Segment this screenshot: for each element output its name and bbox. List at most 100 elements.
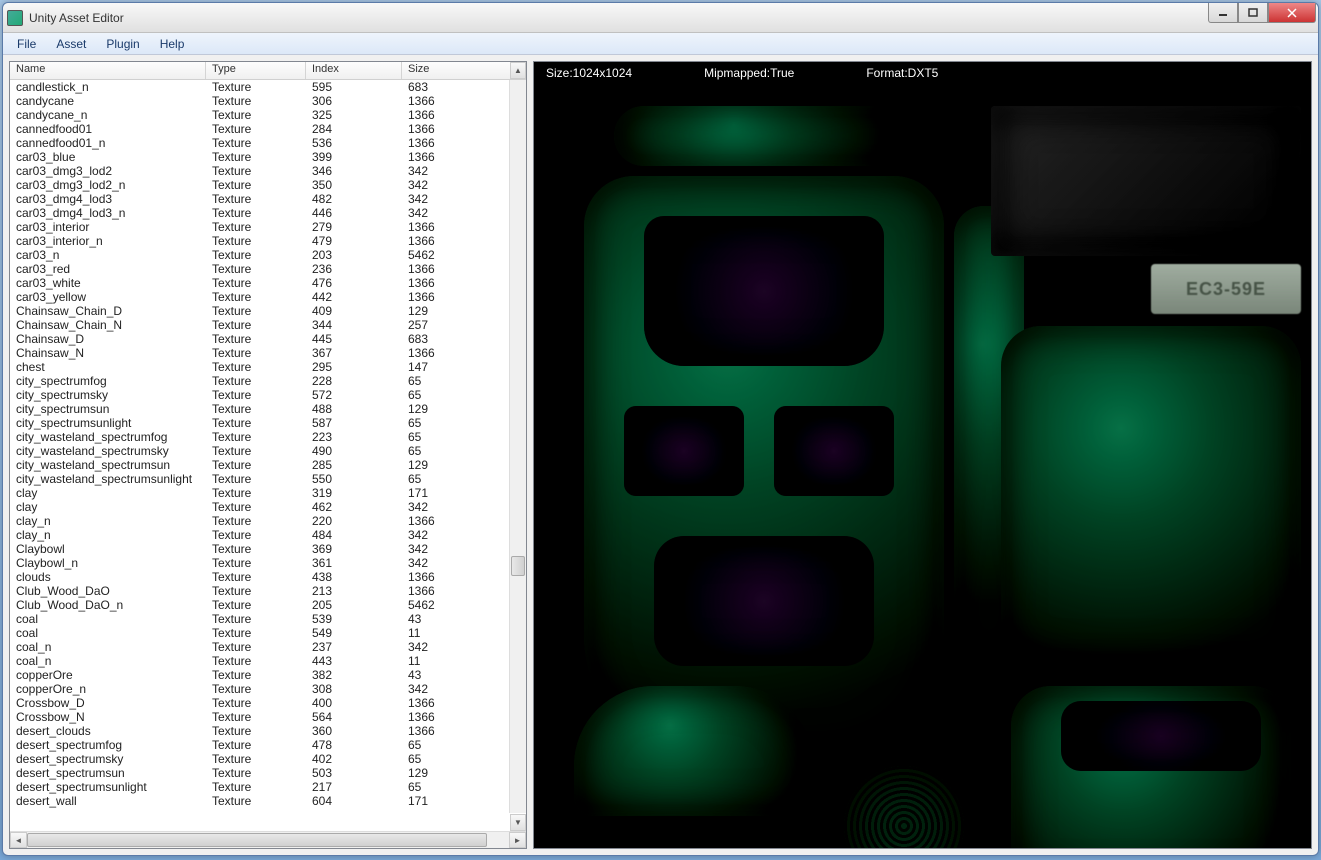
table-row[interactable]: car03_dmg3_lod2Texture346342 bbox=[10, 164, 526, 178]
cell-type: Texture bbox=[206, 332, 306, 346]
table-row[interactable]: desert_spectrumfogTexture47865 bbox=[10, 738, 526, 752]
table-row[interactable]: car03_nTexture2035462 bbox=[10, 248, 526, 262]
cell-size: 65 bbox=[402, 388, 526, 402]
cell-type: Texture bbox=[206, 738, 306, 752]
column-type[interactable]: Type bbox=[206, 62, 306, 79]
table-row[interactable]: desert_spectrumsunTexture503129 bbox=[10, 766, 526, 780]
table-row[interactable]: city_wasteland_spectrumfogTexture22365 bbox=[10, 430, 526, 444]
cell-size: 342 bbox=[402, 500, 526, 514]
cell-size: 129 bbox=[402, 766, 526, 780]
hscroll-thumb[interactable] bbox=[27, 833, 487, 847]
table-row[interactable]: clay_nTexture484342 bbox=[10, 528, 526, 542]
table-row[interactable]: desert_spectrumskyTexture40265 bbox=[10, 752, 526, 766]
table-row[interactable]: city_wasteland_spectrumskyTexture49065 bbox=[10, 444, 526, 458]
table-row[interactable]: car03_interiorTexture2791366 bbox=[10, 220, 526, 234]
table-row[interactable]: car03_whiteTexture4761366 bbox=[10, 276, 526, 290]
cell-size: 342 bbox=[402, 164, 526, 178]
hscroll-track[interactable] bbox=[27, 832, 509, 848]
table-row[interactable]: car03_yellowTexture4421366 bbox=[10, 290, 526, 304]
texture-preview[interactable]: EC3-59E bbox=[534, 84, 1311, 848]
table-row[interactable]: car03_blueTexture3991366 bbox=[10, 150, 526, 164]
table-row[interactable]: coal_nTexture237342 bbox=[10, 640, 526, 654]
cell-size: 65 bbox=[402, 444, 526, 458]
cell-size: 129 bbox=[402, 304, 526, 318]
table-row[interactable]: chestTexture295147 bbox=[10, 360, 526, 374]
table-row[interactable]: desert_cloudsTexture3601366 bbox=[10, 724, 526, 738]
column-name[interactable]: Name bbox=[10, 62, 206, 79]
table-row[interactable]: coal_nTexture44311 bbox=[10, 654, 526, 668]
scroll-up-icon[interactable]: ▲ bbox=[510, 62, 526, 79]
titlebar[interactable]: Unity Asset Editor bbox=[3, 3, 1318, 33]
table-row[interactable]: desert_spectrumsunlightTexture21765 bbox=[10, 780, 526, 794]
column-size[interactable]: Size bbox=[402, 62, 526, 79]
table-row[interactable]: city_spectrumsunTexture488129 bbox=[10, 402, 526, 416]
table-row[interactable]: car03_dmg3_lod2_nTexture350342 bbox=[10, 178, 526, 192]
table-row[interactable]: desert_wallTexture604171 bbox=[10, 794, 526, 808]
cell-index: 478 bbox=[306, 738, 402, 752]
window-controls bbox=[1208, 3, 1316, 23]
table-row[interactable]: Chainsaw_NTexture3671366 bbox=[10, 346, 526, 360]
table-row[interactable]: Crossbow_NTexture5641366 bbox=[10, 710, 526, 724]
table-row[interactable]: Chainsaw_Chain_DTexture409129 bbox=[10, 304, 526, 318]
column-index[interactable]: Index bbox=[306, 62, 402, 79]
table-row[interactable]: candycaneTexture3061366 bbox=[10, 94, 526, 108]
cell-type: Texture bbox=[206, 472, 306, 486]
table-row[interactable]: ClaybowlTexture369342 bbox=[10, 542, 526, 556]
table-row[interactable]: coalTexture54911 bbox=[10, 626, 526, 640]
table-row[interactable]: cloudsTexture4381366 bbox=[10, 570, 526, 584]
table-row[interactable]: copperOre_nTexture308342 bbox=[10, 682, 526, 696]
table-row[interactable]: coalTexture53943 bbox=[10, 612, 526, 626]
cell-size: 11 bbox=[402, 654, 526, 668]
cell-name: cannedfood01 bbox=[10, 122, 206, 136]
menu-plugin[interactable]: Plugin bbox=[96, 35, 149, 53]
vertical-scrollbar[interactable]: ▲ ▼ bbox=[509, 80, 526, 813]
table-row[interactable]: copperOreTexture38243 bbox=[10, 668, 526, 682]
table-row[interactable]: city_wasteland_spectrumsunTexture285129 bbox=[10, 458, 526, 472]
table-body[interactable]: candlestick_nTexture595683candycaneTextu… bbox=[10, 80, 526, 831]
info-size: Size:1024x1024 bbox=[546, 66, 632, 80]
table-row[interactable]: candycane_nTexture3251366 bbox=[10, 108, 526, 122]
table-row[interactable]: Chainsaw_DTexture445683 bbox=[10, 332, 526, 346]
horizontal-scrollbar[interactable]: ◄ ► bbox=[10, 831, 526, 848]
table-row[interactable]: car03_dmg4_lod3_nTexture446342 bbox=[10, 206, 526, 220]
table-row[interactable]: Crossbow_DTexture4001366 bbox=[10, 696, 526, 710]
table-row[interactable]: clayTexture462342 bbox=[10, 500, 526, 514]
scroll-right-icon[interactable]: ► bbox=[509, 832, 526, 848]
car-hood bbox=[1001, 326, 1301, 666]
table-row[interactable]: Club_Wood_DaOTexture2131366 bbox=[10, 584, 526, 598]
scroll-thumb[interactable] bbox=[511, 556, 525, 576]
cell-name: desert_spectrumsunlight bbox=[10, 780, 206, 794]
table-row[interactable]: car03_dmg4_lod3Texture482342 bbox=[10, 192, 526, 206]
table-row[interactable]: Claybowl_nTexture361342 bbox=[10, 556, 526, 570]
cell-name: copperOre_n bbox=[10, 682, 206, 696]
table-row[interactable]: Club_Wood_DaO_nTexture2055462 bbox=[10, 598, 526, 612]
table-row[interactable]: city_spectrumfogTexture22865 bbox=[10, 374, 526, 388]
scroll-left-icon[interactable]: ◄ bbox=[10, 832, 27, 848]
table-row[interactable]: city_wasteland_spectrumsunlightTexture55… bbox=[10, 472, 526, 486]
cell-name: clay_n bbox=[10, 528, 206, 542]
minimize-button[interactable] bbox=[1208, 3, 1238, 23]
close-button[interactable] bbox=[1268, 3, 1316, 23]
cell-name: Club_Wood_DaO bbox=[10, 584, 206, 598]
table-row[interactable]: clayTexture319171 bbox=[10, 486, 526, 500]
scroll-down-icon[interactable]: ▼ bbox=[510, 814, 526, 831]
cell-name: clay_n bbox=[10, 514, 206, 528]
menu-asset[interactable]: Asset bbox=[46, 35, 96, 53]
table-row[interactable]: car03_redTexture2361366 bbox=[10, 262, 526, 276]
table-row[interactable]: clay_nTexture2201366 bbox=[10, 514, 526, 528]
table-row[interactable]: Chainsaw_Chain_NTexture344257 bbox=[10, 318, 526, 332]
cell-size: 1366 bbox=[402, 724, 526, 738]
cell-index: 295 bbox=[306, 360, 402, 374]
menu-help[interactable]: Help bbox=[150, 35, 195, 53]
asset-list-panel: Name Type Index Size candlestick_nTextur… bbox=[9, 61, 527, 849]
cell-index: 369 bbox=[306, 542, 402, 556]
menu-file[interactable]: File bbox=[7, 35, 46, 53]
table-row[interactable]: cannedfood01Texture2841366 bbox=[10, 122, 526, 136]
cell-name: car03_n bbox=[10, 248, 206, 262]
table-row[interactable]: candlestick_nTexture595683 bbox=[10, 80, 526, 94]
table-row[interactable]: cannedfood01_nTexture5361366 bbox=[10, 136, 526, 150]
table-row[interactable]: city_spectrumsunlightTexture58765 bbox=[10, 416, 526, 430]
maximize-button[interactable] bbox=[1238, 3, 1268, 23]
table-row[interactable]: car03_interior_nTexture4791366 bbox=[10, 234, 526, 248]
table-row[interactable]: city_spectrumskyTexture57265 bbox=[10, 388, 526, 402]
